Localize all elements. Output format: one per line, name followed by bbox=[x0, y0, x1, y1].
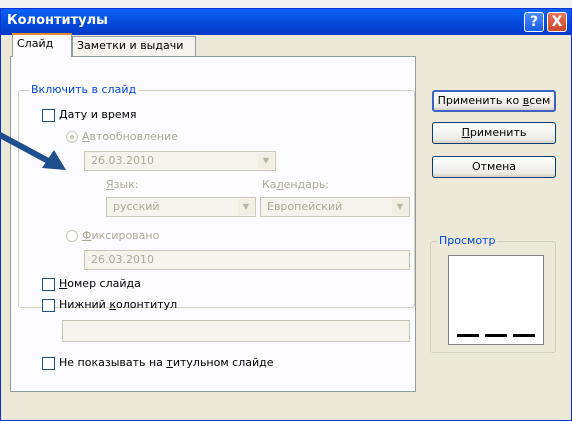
slide-number-checkbox[interactable] bbox=[42, 278, 55, 291]
close-button[interactable]: X bbox=[547, 12, 567, 32]
tab-notes-label: Заметки и выдачи bbox=[77, 39, 184, 52]
chevron-down-icon: ▼ bbox=[392, 199, 408, 215]
annotation-arrow-icon bbox=[0, 132, 66, 170]
language-label: Язык: bbox=[106, 178, 139, 191]
language-value: русский bbox=[113, 200, 160, 213]
auto-date-select[interactable]: 26.03.2010 ▼ bbox=[84, 151, 276, 171]
chevron-down-icon: ▼ bbox=[258, 153, 274, 169]
calendar-select[interactable]: Европейский ▼ bbox=[260, 197, 410, 217]
fixed-date-field[interactable]: 26.03.2010 bbox=[84, 250, 410, 270]
auto-date-value: 26.03.2010 bbox=[91, 154, 154, 167]
calendar-label: Календарь: bbox=[262, 178, 330, 191]
help-icon: ? bbox=[529, 14, 539, 30]
apply-button[interactable]: Применить bbox=[432, 122, 556, 144]
preview-footer-mark bbox=[485, 334, 507, 337]
fixed-radio[interactable] bbox=[66, 230, 78, 242]
footer-label: Нижний колонтитул bbox=[59, 298, 178, 311]
hide-on-title-label: Не показывать на титульном слайде bbox=[59, 356, 274, 369]
auto-update-label: Автообновление bbox=[82, 130, 178, 143]
cancel-button[interactable]: Отмена bbox=[432, 156, 556, 178]
fixed-label: Фиксировано bbox=[82, 229, 160, 242]
preview-footer-mark bbox=[513, 334, 535, 337]
preview-footer-mark bbox=[457, 334, 479, 337]
tab-slide-label: Слайд bbox=[17, 37, 54, 50]
hide-on-title-checkbox[interactable] bbox=[42, 357, 55, 370]
footer-checkbox[interactable] bbox=[42, 299, 55, 312]
preview-slide bbox=[448, 255, 544, 345]
background-strip bbox=[0, 0, 572, 8]
close-icon: X bbox=[551, 14, 563, 30]
slide-number-label: Номер слайда bbox=[59, 277, 141, 290]
preview-label: Просмотр bbox=[437, 234, 498, 247]
apply-all-button[interactable]: Применить ко всем bbox=[432, 90, 556, 112]
footer-text-field[interactable] bbox=[62, 320, 410, 342]
help-button[interactable]: ? bbox=[524, 12, 544, 32]
chevron-down-icon: ▼ bbox=[238, 199, 254, 215]
title-bar: Колонтитулы ? X bbox=[1, 9, 571, 35]
calendar-value: Европейский bbox=[267, 200, 343, 213]
tab-slide[interactable]: Слайд bbox=[12, 33, 72, 57]
language-select[interactable]: русский ▼ bbox=[106, 197, 256, 217]
fixed-date-value: 26.03.2010 bbox=[91, 253, 154, 266]
tab-notes-handouts[interactable]: Заметки и выдачи bbox=[72, 36, 196, 56]
